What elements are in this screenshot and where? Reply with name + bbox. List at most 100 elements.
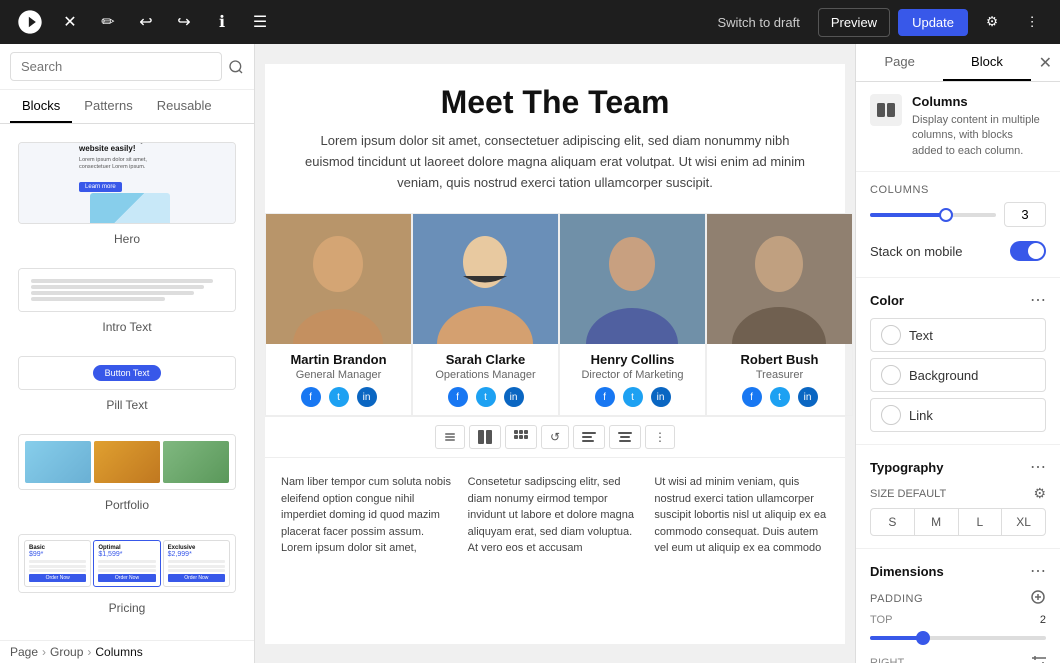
columns-layout-button[interactable] (469, 425, 501, 449)
tab-block[interactable]: Block (943, 44, 1030, 81)
color-option-text[interactable]: Text (870, 318, 1046, 352)
size-s[interactable]: S (871, 509, 915, 535)
size-settings-button[interactable]: ⚙ (1033, 485, 1046, 502)
color-option-background[interactable]: Background (870, 358, 1046, 392)
facebook-icon-sarah[interactable]: f (448, 387, 468, 407)
hero-label: Hero (10, 228, 244, 252)
list-item[interactable]: Intro Text (0, 258, 254, 346)
size-xl[interactable]: XL (1002, 509, 1045, 535)
search-button[interactable] (228, 59, 244, 75)
toggle-knob (1028, 243, 1044, 259)
tab-blocks[interactable]: Blocks (10, 90, 72, 123)
stack-mobile-row: Stack on mobile (870, 237, 1046, 265)
close-button[interactable]: ✕ (54, 6, 86, 38)
more-options-button[interactable]: ⋮ (1016, 6, 1048, 38)
team-info-robert: Robert Bush Treasurer f t in (707, 344, 852, 415)
team-info-martin: Martin Brandon General Manager f t in (266, 344, 411, 415)
breadcrumb-columns: Columns (95, 645, 142, 659)
size-m[interactable]: M (915, 509, 959, 535)
drag-handle[interactable] (435, 425, 465, 449)
padding-settings-button[interactable] (1032, 654, 1046, 663)
update-button[interactable]: Update (898, 9, 968, 36)
tab-patterns[interactable]: Patterns (72, 90, 144, 123)
padding-link-button[interactable] (1030, 589, 1046, 608)
facebook-icon-robert[interactable]: f (742, 387, 762, 407)
search-input[interactable] (10, 52, 222, 81)
link-color-circle (881, 405, 901, 425)
portfolio-preview (18, 434, 236, 490)
padding-slider-thumb (916, 631, 930, 645)
twitter-icon-henry[interactable]: t (623, 387, 643, 407)
block-tabs: Blocks Patterns Reusable (0, 90, 254, 124)
team-member-henry: Henry Collins Director of Marketing f t … (559, 213, 706, 416)
refresh-button[interactable]: ↺ (541, 425, 569, 449)
breadcrumb-group[interactable]: Group (50, 645, 83, 659)
color-options: Text Background Link (870, 318, 1046, 432)
padding-label: PADDING (870, 593, 923, 605)
more-options-toolbar-button[interactable]: ⋮ (645, 425, 675, 449)
twitter-icon-robert[interactable]: t (770, 387, 790, 407)
padding-section: PADDING TOP 2 RIGHT (870, 589, 1046, 663)
social-icons-robert: f t in (715, 387, 844, 407)
switch-draft-button[interactable]: Switch to draft (707, 9, 809, 36)
dimensions-more-button[interactable]: ⋯ (1030, 561, 1046, 581)
columns-number-input[interactable]: 3 (1004, 202, 1046, 227)
facebook-icon-martin[interactable]: f (301, 387, 321, 407)
preview-button[interactable]: Preview (818, 8, 890, 37)
edit-button[interactable]: ✏ (92, 6, 124, 38)
undo-button[interactable]: ↩ (130, 6, 162, 38)
columns-label: COLUMNS (870, 184, 1046, 196)
team-member-sarah: Sarah Clarke Operations Manager f t in (412, 213, 559, 416)
typography-more-button[interactable]: ⋯ (1030, 457, 1046, 477)
color-option-link[interactable]: Link (870, 398, 1046, 432)
page-title: Meet The Team (265, 64, 845, 131)
list-view-button[interactable]: ☰ (244, 6, 276, 38)
linkedin-icon-martin[interactable]: in (357, 387, 377, 407)
tab-page[interactable]: Page (856, 44, 943, 81)
padding-top-value: 2 (1040, 614, 1046, 626)
team-info-henry: Henry Collins Director of Marketing f t … (560, 344, 705, 415)
redo-button[interactable]: ↪ (168, 6, 200, 38)
typography-title: Typography (870, 460, 943, 475)
linkedin-icon-sarah[interactable]: in (504, 387, 524, 407)
stack-mobile-toggle[interactable] (1010, 241, 1046, 261)
social-icons-sarah: f t in (421, 387, 550, 407)
color-title: Color (870, 293, 904, 308)
tab-reusable[interactable]: Reusable (145, 90, 224, 123)
wp-logo (12, 4, 48, 40)
color-more-button[interactable]: ⋯ (1030, 290, 1046, 310)
info-button[interactable]: ℹ (206, 6, 238, 38)
list-item[interactable]: Portfolio (0, 424, 254, 524)
align-center-button[interactable] (609, 425, 641, 449)
list-item[interactable]: Button Text Pill Text (0, 346, 254, 424)
text-column-2: Consetetur sadipscing elitr, sed diam no… (468, 474, 643, 557)
grid-layout-button[interactable] (505, 425, 537, 449)
settings-button[interactable]: ⚙ (976, 6, 1008, 38)
dimensions-header: Dimensions ⋯ (870, 561, 1046, 581)
team-role-henry: Director of Marketing (568, 369, 697, 381)
breadcrumb-page[interactable]: Page (10, 645, 38, 659)
padding-sides: RIGHT (870, 654, 1046, 663)
text-column-3: Ut wisi ad minim veniam, quis nostrud ex… (654, 474, 829, 557)
left-sidebar: Blocks Patterns Reusable New Block Theme… (0, 44, 255, 663)
size-l[interactable]: L (959, 509, 1003, 535)
facebook-icon-henry[interactable]: f (595, 387, 615, 407)
list-item[interactable]: New Block Theme For WordPress Discover n… (0, 132, 254, 258)
linkedin-icon-robert[interactable]: in (798, 387, 818, 407)
linkedin-icon-henry[interactable]: in (651, 387, 671, 407)
dimensions-title: Dimensions (870, 564, 944, 579)
padding-top-slider[interactable] (870, 630, 1046, 646)
text-columns: Nam liber tempor cum soluta nobis eleife… (265, 458, 845, 573)
text-column-1: Nam liber tempor cum soluta nobis eleife… (281, 474, 456, 557)
twitter-icon-martin[interactable]: t (329, 387, 349, 407)
pricing-label: Pricing (10, 597, 244, 621)
size-default-label: SIZE DEFAULT (870, 488, 946, 500)
list-item[interactable]: Basic $99* Order Now Optimal $1,599* (0, 524, 254, 627)
align-left-button[interactable] (573, 425, 605, 449)
block-info-section: Columns Display content in multiple colu… (856, 82, 1060, 172)
team-name-henry: Henry Collins (568, 352, 697, 367)
panel-close-button[interactable]: ✕ (1031, 45, 1060, 81)
top-bar-left: ✕ ✏ ↩ ↪ ℹ ☰ (12, 4, 276, 40)
twitter-icon-sarah[interactable]: t (476, 387, 496, 407)
social-icons-henry: f t in (568, 387, 697, 407)
